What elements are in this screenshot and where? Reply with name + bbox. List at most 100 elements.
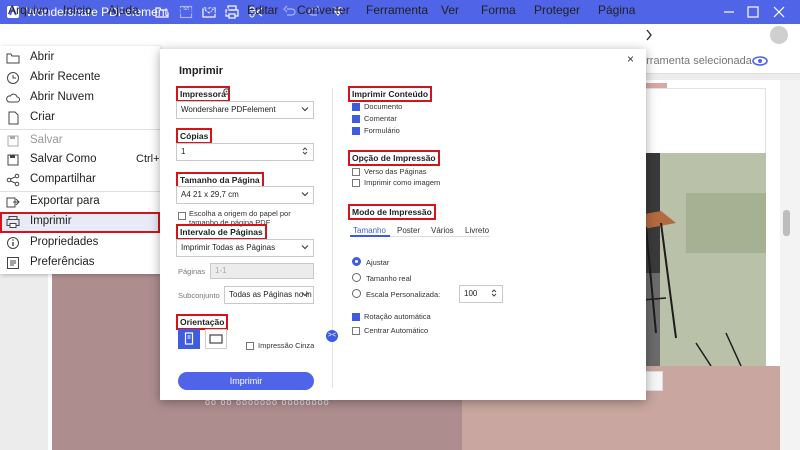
chevron-down-icon [301, 292, 309, 297]
folder-open-icon [6, 53, 20, 64]
grayscale-checkbox[interactable] [246, 342, 254, 350]
pages-label: Páginas [178, 267, 206, 276]
file-menu-label: Imprimir [30, 215, 72, 227]
file-menu-label: Abrir [30, 51, 55, 63]
menu-inicio[interactable]: Início [63, 3, 92, 17]
menu-arquivo[interactable]: Arquivo [8, 3, 49, 17]
subset-select[interactable]: Todas as Páginas no in [224, 286, 314, 304]
landscape-button[interactable] [205, 329, 227, 349]
tab-poster[interactable]: Poster [397, 226, 420, 235]
orientation-section-label: Orientação [176, 314, 229, 330]
dialog-divider [332, 88, 333, 388]
escala-radio[interactable] [352, 289, 361, 298]
scrollbar[interactable] [780, 80, 800, 450]
menu-editar[interactable]: Editar [247, 3, 278, 17]
copies-value: 1 [181, 147, 186, 156]
verso-checkbox[interactable] [352, 168, 360, 176]
file-menu-imprimir[interactable]: Imprimir [0, 212, 160, 233]
file-menu-abrir-nuvem[interactable]: Abrir Nuvem [0, 88, 160, 108]
scale-stepper[interactable]: 100 [459, 285, 503, 303]
file-menu-salvar[interactable]: Salvar [0, 131, 160, 151]
printer-icon [6, 216, 20, 228]
print-button[interactable]: Imprimir [178, 372, 314, 390]
verso-label: Verso das Páginas [364, 167, 427, 176]
printer-select[interactable]: Wondershare PDFelement [176, 101, 314, 119]
comentar-checkbox[interactable] [352, 115, 360, 123]
menu-ajuda[interactable]: Ajuda [108, 3, 139, 17]
cloud-icon [6, 93, 20, 103]
page-size-select[interactable]: A4 21 x 29,7 cm [176, 186, 314, 204]
portrait-button[interactable] [178, 329, 200, 349]
printer-select-value: Wondershare PDFelement [181, 105, 276, 114]
chevron-down-icon [301, 192, 309, 197]
auto-rotate-checkbox[interactable] [352, 313, 360, 321]
stepper-arrows-icon[interactable] [490, 289, 498, 297]
ajustar-label: Ajustar [366, 258, 390, 267]
new-document-icon [8, 111, 19, 125]
menu-ver[interactable]: Ver [441, 3, 459, 17]
clock-icon [7, 72, 19, 84]
file-menu-abrir-recente[interactable]: Abrir Recente [0, 68, 160, 88]
save-icon [7, 135, 19, 147]
file-menu-exportar[interactable]: Exportar para [0, 192, 160, 212]
close-icon[interactable]: × [627, 52, 634, 66]
formulario-checkbox[interactable] [352, 127, 360, 135]
chevron-right-icon[interactable] [645, 29, 653, 41]
file-menu-label: Compartilhar [30, 173, 96, 185]
menu-comentario[interactable]: Comentário [167, 3, 229, 17]
file-menu-label: Criar [30, 111, 55, 123]
avatar[interactable] [770, 26, 788, 44]
menu-forma[interactable]: Forma [481, 3, 516, 17]
file-menu-abrir[interactable]: Abrir [0, 48, 160, 68]
file-menu-label: Abrir Nuvem [30, 91, 94, 103]
menu-pagina[interactable]: Página [598, 3, 635, 17]
print-option-section-label: Opção de Impressão [348, 150, 440, 166]
copies-stepper[interactable]: 1 [176, 143, 314, 161]
save-as-icon [7, 154, 19, 166]
file-menu-label: Propriedades [30, 236, 99, 248]
collapse-preview-button[interactable]: >< [326, 330, 338, 342]
export-icon [6, 197, 20, 208]
file-menu-salvar-como[interactable]: Salvar Como Ctrl+ [0, 150, 160, 170]
eye-icon[interactable] [752, 56, 768, 66]
paper-source-checkbox[interactable] [178, 212, 186, 220]
dialog-title: Imprimir [179, 65, 224, 77]
tab-varios[interactable]: Vários [431, 226, 454, 235]
close-window-icon[interactable] [770, 4, 788, 20]
comentar-label: Comentar [364, 114, 397, 123]
auto-rotate-label: Rotação automática [364, 312, 431, 321]
menu-proteger[interactable]: Proteger [534, 3, 580, 17]
page-range-value: Imprimir Todas as Páginas [181, 243, 276, 252]
tab-livreto[interactable]: Livreto [465, 226, 489, 235]
subset-label: Subconjunto [178, 291, 220, 300]
page-range-select[interactable]: Imprimir Todas as Páginas [176, 239, 314, 257]
tab-tamanho[interactable]: Tamanho [353, 226, 386, 235]
file-menu-label: Exportar para [30, 195, 100, 207]
minimize-icon[interactable] [720, 4, 738, 20]
pages-input[interactable]: 1-1 [210, 263, 314, 279]
menu-bar [0, 24, 800, 46]
stepper-arrows-icon[interactable] [301, 147, 309, 155]
portrait-icon [184, 332, 194, 345]
share-icon [6, 173, 20, 187]
ajustar-radio[interactable] [352, 257, 361, 266]
pages-placeholder: 1-1 [215, 266, 227, 275]
print-as-image-checkbox[interactable] [352, 179, 360, 187]
menu-ferramenta[interactable]: Ferramenta [366, 3, 428, 17]
menu-converter[interactable]: Converter [297, 3, 350, 17]
file-menu-propriedades[interactable]: Propriedades [0, 233, 160, 253]
file-menu-label: Salvar [30, 134, 63, 146]
file-menu-criar[interactable]: Criar [0, 108, 160, 128]
documento-checkbox[interactable] [352, 103, 360, 111]
tamanho-real-radio[interactable] [352, 273, 361, 282]
print-content-section-label: Imprimir Conteúdo [348, 86, 433, 102]
page-size-value: A4 21 x 29,7 cm [181, 190, 239, 199]
undo-icon[interactable] [282, 4, 298, 20]
gear-icon[interactable] [222, 87, 231, 96]
auto-center-checkbox[interactable] [352, 327, 360, 335]
info-icon [7, 237, 19, 249]
file-menu-compartilhar[interactable]: Compartilhar [0, 170, 160, 190]
file-menu-preferencias[interactable]: Preferências [0, 253, 160, 273]
maximize-icon[interactable] [744, 4, 762, 20]
scroll-thumb[interactable] [783, 210, 790, 236]
